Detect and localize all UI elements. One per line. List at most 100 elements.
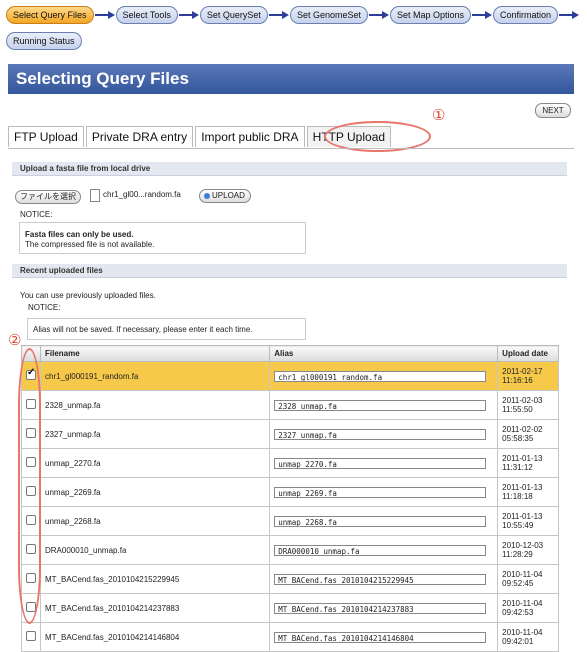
alias-cell: chr1_gl000191_random.fa: [269, 361, 499, 391]
table-row[interactable]: MT_BACend.fas_2010104214146804 MT_BACend.…: [21, 622, 559, 652]
wizard-steps-row-2: Running Status: [6, 32, 581, 50]
step-select-query-files[interactable]: Select Query Files: [6, 6, 94, 24]
recent-notice-label: NOTICE:: [28, 303, 61, 312]
table-header-row: Filename Alias Upload date: [21, 345, 559, 362]
header-alias: Alias: [269, 345, 499, 362]
upload-time: 09:42:53: [502, 608, 534, 617]
upload-date-cell: 2010-12-03 11:28:29: [497, 535, 559, 565]
upload-date-cell: 2010-11-04 09:42:53: [497, 593, 559, 623]
upload-date: 2010-11-04: [502, 628, 543, 637]
wizard-steps-row-1: Select Query Files Select Tools Set Quer…: [6, 6, 581, 24]
recent-section-title: Recent uploaded files: [12, 264, 567, 278]
tab-private-dra-entry[interactable]: Private DRA entry: [85, 126, 194, 147]
upload-dot-icon: [204, 192, 210, 199]
page-title: Selecting Query Files: [8, 64, 574, 94]
arrow-right-icon: [471, 10, 493, 20]
alias-input[interactable]: MT_BACend.fas_2010104215229945: [274, 573, 487, 585]
step-set-map-options[interactable]: Set Map Options: [389, 6, 472, 24]
alias-cell: DRA000010_unmap.fa: [269, 535, 499, 565]
alias-cell: unmap_2270.fa: [269, 448, 499, 478]
filename-cell: MT_BACend.fas_2010104215229945: [39, 564, 271, 594]
arrow-right-icon: [178, 10, 200, 20]
arrow-right-icon: [268, 10, 290, 20]
filename-cell: DRA000010_unmap.fa: [39, 535, 271, 565]
filename-cell: unmap_2268.fa: [39, 506, 271, 536]
wizard-steps: Select Query Files Select Tools Set Quer…: [6, 6, 581, 58]
step-set-queryset[interactable]: Set QuerySet: [199, 6, 268, 24]
step-set-genomeset[interactable]: Set GenomeSet: [289, 6, 368, 24]
next-button[interactable]: NEXT: [535, 103, 571, 118]
recent-notice-box: Alias will not be saved. If necessary, p…: [27, 318, 306, 340]
tab-ftp-upload[interactable]: FTP Upload: [8, 126, 84, 147]
upload-notice-label: NOTICE:: [20, 210, 53, 219]
alias-cell: 2327_unmap.fa: [269, 419, 499, 449]
table-row[interactable]: MT_BACend.fas_2010104215229945 MT_BACend.…: [21, 564, 559, 594]
alias-cell: 2328_unmap.fa: [269, 390, 499, 420]
upload-notice-text: The compressed file is not available.: [25, 240, 155, 249]
upload-notice-bold: Fasta files can only be used.: [25, 230, 134, 239]
filename-cell: MT_BACend.fas_2010104214146804: [39, 622, 271, 652]
upload-button-label: UPLOAD: [212, 191, 245, 200]
upload-date: 2011-02-03: [502, 396, 543, 405]
filename-cell: chr1_gl000191_random.fa: [39, 361, 271, 391]
alias-input[interactable]: MT_BACend.fas_2010104214237883: [274, 602, 487, 614]
table-row[interactable]: 2327_unmap.fa 2327_unmap.fa 2011-02-02 05:5…: [21, 419, 559, 449]
row-checkbox[interactable]: [26, 631, 36, 641]
upload-date: 2011-01-13: [502, 454, 543, 463]
step-select-tools[interactable]: Select Tools: [115, 6, 178, 24]
filename-cell: 2327_unmap.fa: [39, 419, 271, 449]
table-row[interactable]: unmap_2270.fa unmap_2270.fa 2011-01-13 11:3…: [21, 448, 559, 478]
document-icon: [90, 189, 100, 202]
alias-input[interactable]: unmap_2268.fa: [274, 515, 487, 527]
upload-date-cell: 2011-02-17 11:16:16: [497, 361, 559, 391]
upload-date: 2010-11-04: [502, 570, 543, 579]
alias-input[interactable]: DRA000010_unmap.fa: [274, 544, 487, 556]
header-upload-date: Upload date: [497, 345, 559, 362]
upload-time: 09:42:01: [502, 637, 534, 646]
recent-notice-text: Alias will not be saved. If necessary, p…: [33, 325, 253, 334]
alias-cell: MT_BACend.fas_2010104215229945: [269, 564, 499, 594]
table-row[interactable]: 2328_unmap.fa 2328_unmap.fa 2011-02-03 11:5…: [21, 390, 559, 420]
table-row[interactable]: chr1_gl000191_random.fachr1_gl000191_ran…: [21, 361, 559, 391]
upload-date-cell: 2011-01-13 11:31:12: [497, 448, 559, 478]
alias-cell: MT_BACend.fas_2010104214237883: [269, 593, 499, 623]
step-confirmation[interactable]: Confirmation: [493, 6, 559, 24]
arrow-right-icon: [368, 10, 390, 20]
upload-date: 2010-12-03: [502, 541, 544, 550]
step-running-status[interactable]: Running Status: [6, 32, 82, 50]
tab-import-public-dra[interactable]: Import public DRA: [195, 126, 305, 147]
upload-section-title: Upload a fasta file from local drive: [12, 162, 567, 176]
upload-date: 2011-01-13: [502, 512, 543, 521]
table-row[interactable]: MT_BACend.fas_2010104214237883 MT_BACend.…: [21, 593, 559, 623]
alias-input[interactable]: chr1_gl000191_random.fa: [274, 370, 487, 382]
upload-time: 11:55:50: [502, 405, 533, 414]
table-row[interactable]: unmap_2268.fa unmap_2268.fa 2011-01-13 10:5…: [21, 506, 559, 536]
alias-input[interactable]: 2328_unmap.fa: [274, 399, 487, 411]
arrow-right-icon: [94, 10, 116, 20]
filename-cell: 2328_unmap.fa: [39, 390, 271, 420]
selected-file-name: chr1_gl00...random.fa: [103, 190, 181, 199]
alias-input[interactable]: unmap_2269.fa: [274, 486, 487, 498]
alias-input[interactable]: MT_BACend.fas_2010104214146804: [274, 631, 487, 643]
alias-input[interactable]: unmap_2270.fa: [274, 457, 487, 469]
upload-date-cell: 2011-02-03 11:55:50: [497, 390, 559, 420]
alias-input[interactable]: 2327_unmap.fa: [274, 428, 487, 440]
upload-date-cell: 2010-11-04 09:42:01: [497, 622, 559, 652]
recent-files-table: Filename Alias Upload date chr1_gl000191…: [21, 345, 559, 652]
upload-button[interactable]: UPLOAD: [199, 189, 251, 203]
upload-time: 11:18:18: [502, 492, 533, 501]
upload-notice-box: Fasta files can only be used. The compre…: [19, 222, 306, 254]
upload-time: 11:16:16: [502, 376, 533, 385]
choose-file-button[interactable]: ファイルを選択: [15, 190, 81, 204]
upload-time: 11:28:29: [502, 550, 533, 559]
alias-cell: MT_BACend.fas_2010104214146804: [269, 622, 499, 652]
upload-date: 2010-11-04: [502, 599, 543, 608]
header-filename: Filename: [39, 345, 271, 362]
upload-time: 05:58:35: [502, 434, 534, 443]
table-row[interactable]: unmap_2269.fa unmap_2269.fa 2011-01-13 11:1…: [21, 477, 559, 507]
upload-time: 10:55:49: [502, 521, 534, 530]
row-select-cell: [21, 622, 41, 652]
arrow-right-icon: [558, 10, 580, 20]
table-row[interactable]: DRA000010_unmap.fa DRA000010_unmap.fa 2010…: [21, 535, 559, 565]
filename-cell: MT_BACend.fas_2010104214237883: [39, 593, 271, 623]
